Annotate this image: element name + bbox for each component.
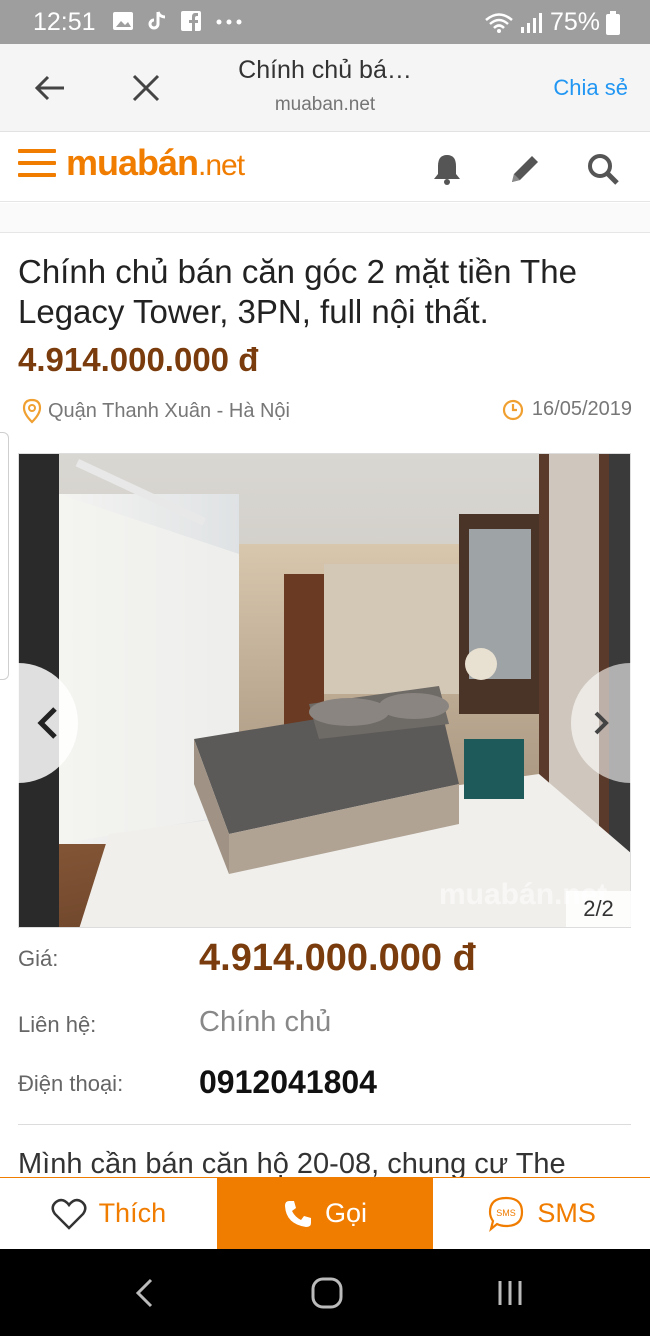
sms-button[interactable]: SMS SMS [433,1178,650,1249]
contact-label: Liên hệ: [18,1012,97,1037]
divider [18,1124,631,1125]
nav-back-icon[interactable] [128,1275,164,1311]
browser-url: muaban.net [274,94,376,115]
listing-date: 16/05/2019 [502,398,632,421]
wifi-icon [485,12,513,33]
contact-value: Chính chủ [199,1006,332,1038]
system-nav-bar [0,1249,650,1336]
facebook-icon [181,11,201,31]
more-dots-icon [216,19,242,25]
price-value: 4.914.000.000 đ [199,937,476,979]
price-label: Giá: [18,946,59,971]
clock-icon [502,399,523,420]
phone-label: Điện thoại: [18,1071,124,1096]
tiktok-icon [148,11,166,30]
chevron-left-icon [37,707,57,739]
share-button[interactable]: Chia sẻ [553,75,628,101]
phone-icon [284,1200,311,1227]
listing-location: Quận Thanh Xuân - Hà Nội [20,398,290,424]
listing-price: 4.914.000.000 đ [18,341,259,378]
phone-value[interactable]: 0912041804 [199,1064,377,1101]
action-bar: Thích Gọi SMS SMS [0,1177,650,1249]
call-button[interactable]: Gọi [216,1178,434,1249]
like-button[interactable]: Thích [0,1178,217,1249]
sms-bubble-icon: SMS [489,1196,524,1232]
gallery-icon [113,12,133,30]
notification-icons [112,10,244,32]
hamburger-menu-icon[interactable] [18,149,56,177]
battery-icon [606,10,620,35]
heart-icon [51,1198,87,1230]
description-preview: Mình cần bán căn hộ 20-08, chung cư The [18,1148,566,1178]
site-logo[interactable]: muabán.net [66,142,245,184]
pencil-icon[interactable] [508,152,542,186]
status-time: 12:51 [33,8,96,36]
signal-icon [520,12,542,33]
logo-tld: .net [198,149,245,182]
sms-icon-text: SMS [497,1208,517,1218]
date-text: 16/05/2019 [531,398,632,420]
call-label: Gọi [324,1198,368,1228]
listing-photo[interactable]: muabán.net [18,453,631,928]
nav-home-icon[interactable] [309,1275,345,1311]
status-bar: 12:51 75% [0,0,650,44]
listing-title: Chính chủ bán căn góc 2 mặt tiền The Leg… [18,253,577,330]
bell-icon[interactable] [430,152,464,186]
location-text: Quận Thanh Xuân - Hà Nội [48,399,291,422]
nav-recents-icon[interactable] [492,1275,528,1311]
search-icon[interactable] [586,152,620,186]
browser-page-title: Chính chủ bá… [238,56,412,84]
logo-main: muabán [66,142,199,183]
photo-counter: 2/2 [566,891,631,927]
close-icon[interactable] [128,70,164,106]
site-header: muabán.net [0,132,650,202]
back-arrow-icon[interactable] [32,70,68,106]
side-drawer-handle[interactable] [0,432,9,680]
chevron-right-icon [594,711,609,735]
battery-percent: 75% [549,8,600,36]
bedroom-photo: muabán.net [19,454,630,927]
like-label: Thích [98,1198,167,1228]
browser-toolbar: Chính chủ bá… muaban.net Chia sẻ [0,44,650,132]
sms-label: SMS [537,1198,596,1228]
header-spacer [0,203,650,233]
location-pin-icon [22,398,42,424]
